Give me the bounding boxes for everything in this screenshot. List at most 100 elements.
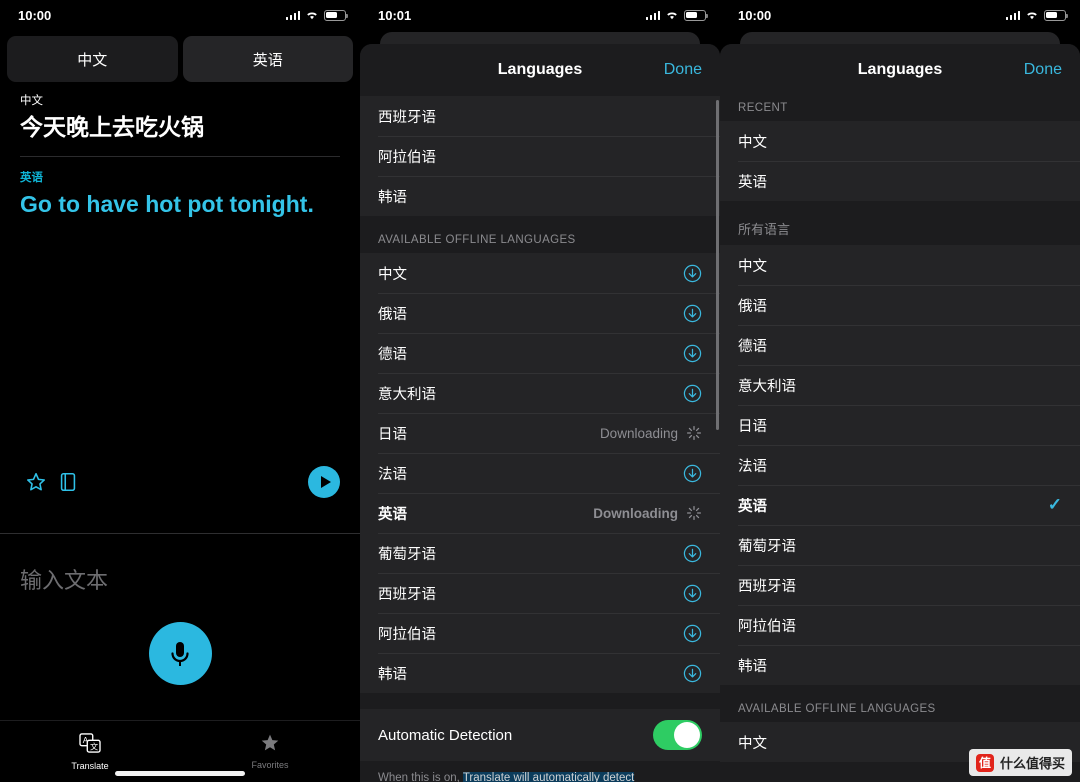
recent-language-list: 中文 英语 (720, 121, 1080, 201)
list-item-label: 英语 (738, 174, 767, 191)
watermark-text: 什么值得买 (999, 756, 1065, 771)
panel-translate: 10:00 中文 英语 中文 今天晚上去吃火锅 英语 Go to have ho… (0, 0, 360, 782)
target-text[interactable]: Go to have hot pot tonight. (20, 190, 340, 219)
languages-sheet: Languages Done 西班牙语 阿拉伯语 韩语 AVAILABLE OF… (360, 44, 720, 782)
list-item[interactable]: 俄语 (720, 285, 1080, 325)
list-item[interactable]: 西班牙语 (360, 573, 720, 613)
status-time: 10:00 (18, 7, 52, 23)
list-item[interactable]: 日语 Downloading (360, 413, 720, 453)
play-icon[interactable] (308, 466, 340, 498)
tab-target-label: 英语 (252, 51, 283, 69)
download-icon[interactable] (683, 304, 702, 323)
sheet-title: Languages (857, 61, 943, 78)
section-title-offline: AVAILABLE OFFLINE LANGUAGES (378, 234, 576, 246)
download-icon[interactable] (683, 624, 702, 643)
automatic-detection-toggle[interactable] (653, 720, 702, 750)
section-title-offline: AVAILABLE OFFLINE LANGUAGES (738, 703, 936, 715)
list-item[interactable]: 阿拉伯语 (360, 613, 720, 653)
list-item[interactable]: 意大利语 (360, 373, 720, 413)
done-button[interactable]: Done (1024, 61, 1062, 79)
list-item[interactable]: 韩语 (360, 176, 720, 216)
list-item-label: 英语 (738, 498, 767, 515)
download-icon[interactable] (683, 344, 702, 363)
download-icon[interactable] (683, 664, 702, 683)
language-tabs: 中文 英语 (0, 30, 360, 92)
battery-icon (684, 9, 708, 21)
tab-target-language[interactable]: 英语 (182, 36, 353, 82)
download-status: Downloading (599, 425, 678, 441)
list-item[interactable]: 中文 (720, 121, 1080, 161)
text-input-field[interactable]: 输入文本 (20, 563, 108, 595)
list-item[interactable]: 葡萄牙语 (720, 525, 1080, 565)
list-item-label: 韩语 (378, 189, 407, 206)
list-item[interactable]: 中文 (720, 245, 1080, 285)
list-item-label: 德语 (738, 338, 767, 355)
battery-icon (1044, 9, 1068, 21)
automatic-detection-note: When this is on, Translate will automati… (360, 761, 720, 782)
home-indicator (115, 771, 245, 776)
list-item-label: 日语 (378, 426, 407, 443)
list-item-label: 法语 (378, 466, 407, 483)
panel-languages-select: 10:00 Languages Done RECENT 中文 英语 所有语言 中… (720, 0, 1080, 782)
list-item[interactable]: 日语 (720, 405, 1080, 445)
status-time: 10:01 (378, 7, 412, 23)
offline-language-list: 中文 俄语 德语 意大利语 日语 Downloading 法语 英语 Downl… (360, 253, 720, 693)
list-item[interactable]: 德语 (360, 333, 720, 373)
wifi-icon (665, 10, 679, 20)
spinner-icon (686, 425, 702, 441)
note-highlight: Translate will automatically detect (462, 772, 635, 782)
list-item-label: 葡萄牙语 (738, 538, 796, 555)
list-item-label: 西班牙语 (378, 586, 436, 603)
microphone-icon[interactable] (148, 622, 212, 685)
book-icon[interactable] (52, 466, 84, 498)
list-item[interactable]: 中文 (360, 253, 720, 293)
list-item[interactable]: 韩语 (720, 645, 1080, 685)
list-item-label: 阿拉伯语 (738, 618, 796, 635)
list-item[interactable]: 俄语 (360, 293, 720, 333)
list-item[interactable]: 韩语 (360, 653, 720, 693)
list-item-label: 英语 (378, 506, 407, 523)
watermark-badge: 值 (975, 753, 994, 772)
automatic-detection-row[interactable]: Automatic Detection (360, 709, 720, 761)
list-item[interactable]: 西班牙语 (720, 565, 1080, 605)
list-item-label: 俄语 (738, 298, 767, 315)
signal-icon (285, 10, 300, 20)
list-item-label: 韩语 (378, 666, 407, 683)
list-item-label: 日语 (738, 418, 767, 435)
done-button[interactable]: Done (664, 61, 702, 79)
signal-icon (645, 10, 660, 20)
tab-source-language[interactable]: 中文 (7, 36, 178, 82)
status-bar: 10:01 (360, 0, 720, 30)
star-icon[interactable] (20, 466, 52, 498)
input-divider (0, 533, 360, 534)
list-item-selected[interactable]: 英语 ✓ (720, 485, 1080, 525)
list-item-label: 西班牙语 (378, 109, 436, 126)
list-item[interactable]: 阿拉伯语 (720, 605, 1080, 645)
download-icon[interactable] (683, 384, 702, 403)
list-item-label: 德语 (378, 346, 407, 363)
tab-translate-label: Translate (71, 760, 109, 771)
list-item[interactable]: 意大利语 (720, 365, 1080, 405)
list-item-label: 韩语 (738, 658, 767, 675)
list-item[interactable]: 西班牙语 (360, 96, 720, 136)
status-time: 10:00 (738, 7, 772, 23)
list-item-label: 阿拉伯语 (378, 149, 436, 166)
top-partial-list: 西班牙语 阿拉伯语 韩语 (360, 96, 720, 216)
list-item-label: 葡萄牙语 (378, 546, 436, 563)
list-item[interactable]: 阿拉伯语 (360, 136, 720, 176)
download-icon[interactable] (683, 264, 702, 283)
source-text[interactable]: 今天晚上去吃火锅 (20, 113, 340, 142)
download-icon[interactable] (683, 584, 702, 603)
list-item[interactable]: 法语 (360, 453, 720, 493)
list-item[interactable]: 法语 (720, 445, 1080, 485)
list-item-label: 俄语 (378, 306, 407, 323)
download-icon[interactable] (683, 544, 702, 563)
list-item[interactable]: 英语 Downloading (360, 493, 720, 533)
download-icon[interactable] (683, 464, 702, 483)
scrollbar[interactable] (716, 100, 719, 430)
list-item-label: 中文 (738, 134, 767, 151)
list-item[interactable]: 葡萄牙语 (360, 533, 720, 573)
list-item[interactable]: 德语 (720, 325, 1080, 365)
all-language-list: 中文 俄语 德语 意大利语 日语 法语 英语 ✓ 葡萄牙语 西班牙语 阿拉伯语 … (720, 245, 1080, 685)
list-item[interactable]: 英语 (720, 161, 1080, 201)
